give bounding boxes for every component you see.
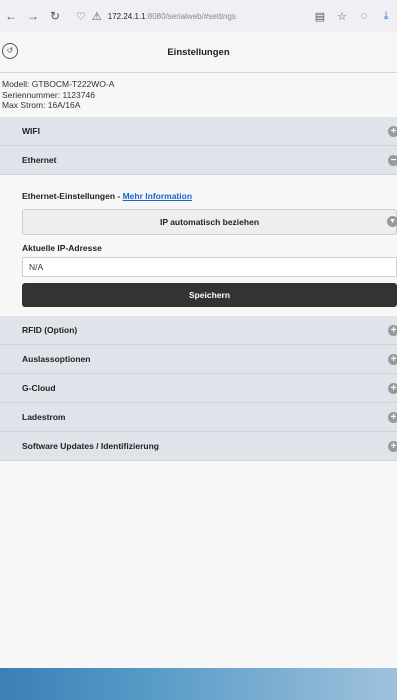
expand-plus-icon: +: [388, 440, 397, 452]
ethernet-settings-heading: Ethernet-Einstellungen - Mehr Informatio…: [22, 175, 397, 203]
address-bar[interactable]: ♡ ⚠ 172.24.1.1 :8080/serialweb/#settings: [76, 10, 309, 23]
expand-plus-icon: +: [388, 125, 397, 137]
device-serial: Seriennummer: 1123746: [2, 89, 95, 100]
browser-toolbar: ← → ↻ ♡ ⚠ 172.24.1.1 :8080/serialweb/#se…: [0, 0, 397, 33]
section-label: Auslassoptionen: [22, 354, 91, 364]
section-software-updates[interactable]: Software Updates / Identifizierung +: [0, 432, 397, 461]
device-info: Modell: GTBOCM-T222WO-A Seriennummer: 11…: [0, 73, 397, 117]
reader-mode-icon[interactable]: ▤: [309, 10, 331, 23]
more-info-link[interactable]: Mehr Information: [123, 191, 192, 201]
section-wifi[interactable]: WIFI +: [0, 117, 397, 146]
settings-page: ↺ Einstellungen Modell: GTBOCM-T222WO-A …: [0, 32, 397, 668]
pocket-icon[interactable]: ◌: [353, 10, 375, 22]
lock-icon: ⚠: [91, 10, 102, 23]
ethernet-settings-title: Ethernet-Einstellungen -: [22, 191, 123, 201]
device-model: Modell: GTBOCM-T222WO-A: [2, 79, 115, 89]
back-arrow-icon[interactable]: ←: [0, 9, 22, 23]
section-charge-current[interactable]: Ladestrom +: [0, 403, 397, 432]
chevron-down-icon: ▼: [387, 216, 397, 227]
section-g-cloud[interactable]: G-Cloud +: [0, 374, 397, 403]
url-host: 172.24.1.1: [107, 11, 146, 21]
url-path: :8080/serialweb/#settings: [145, 11, 236, 21]
section-ethernet[interactable]: Ethernet −: [0, 146, 397, 175]
section-label: Ethernet: [22, 155, 57, 165]
page-header: ↺ Einstellungen: [0, 32, 397, 73]
expand-plus-icon: +: [388, 324, 397, 336]
section-trigger-options[interactable]: Auslassoptionen +: [0, 345, 397, 374]
section-label: WIFI: [22, 126, 40, 136]
ip-mode-select[interactable]: IP automatisch beziehen ▼: [22, 209, 397, 235]
save-button[interactable]: Speichern: [22, 283, 397, 307]
desktop-background-bottom: [0, 668, 397, 700]
reload-icon[interactable]: ↻: [44, 9, 66, 23]
back-circle-icon[interactable]: ↺: [2, 43, 18, 59]
forward-arrow-icon[interactable]: →: [22, 9, 44, 23]
section-label: Software Updates / Identifizierung: [22, 441, 159, 451]
ethernet-panel: Ethernet-Einstellungen - Mehr Informatio…: [0, 175, 397, 316]
ip-address-field[interactable]: [22, 257, 397, 277]
section-label: RFID (Option): [22, 325, 78, 335]
ip-address-label: Aktuelle IP-Adresse: [22, 243, 102, 253]
bookmark-star-icon[interactable]: ☆: [331, 10, 353, 23]
ip-mode-label: IP automatisch beziehen: [159, 217, 260, 227]
shield-icon: ♡: [76, 10, 86, 23]
expand-plus-icon: +: [388, 411, 397, 423]
device-max-current: Max Strom: 16A/16A: [2, 100, 81, 110]
section-rfid[interactable]: RFID (Option) +: [0, 316, 397, 345]
section-label: G-Cloud: [22, 383, 56, 393]
page-title: Einstellungen: [167, 46, 230, 58]
download-icon[interactable]: ⤓: [375, 10, 397, 23]
section-label: Ladestrom: [22, 412, 66, 422]
expand-plus-icon: +: [388, 353, 397, 365]
collapse-minus-icon: −: [388, 154, 397, 166]
expand-plus-icon: +: [388, 382, 397, 394]
